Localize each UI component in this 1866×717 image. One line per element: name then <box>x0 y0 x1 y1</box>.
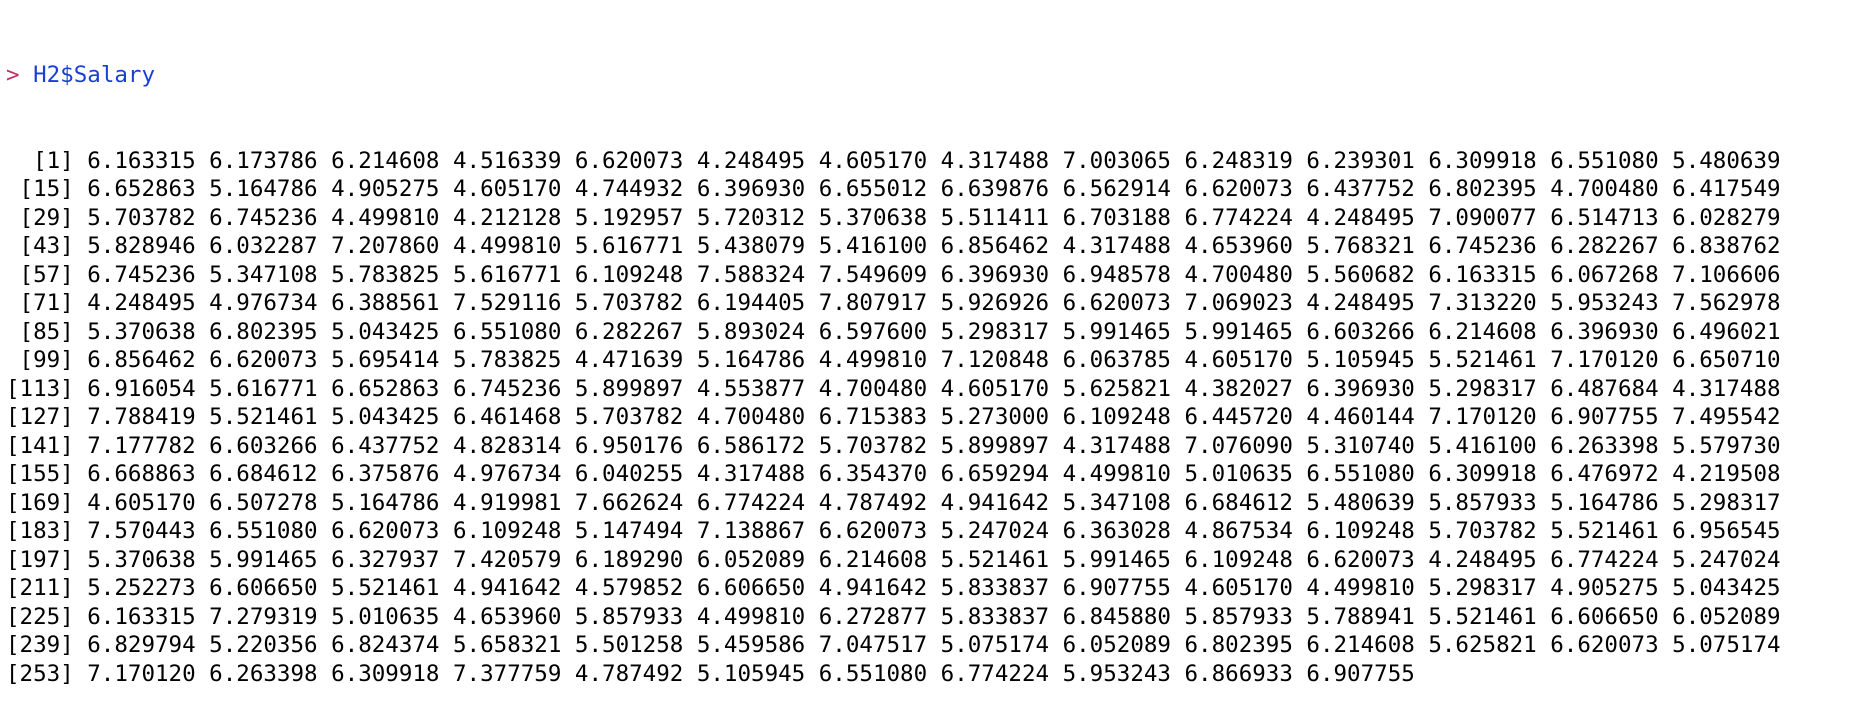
output-line-index: [99] <box>19 347 74 373</box>
output-line-values: 6.745236 5.347108 5.783825 5.616771 6.10… <box>87 261 1781 288</box>
output-line: [57] 6.745236 5.347108 5.783825 5.616771… <box>6 261 1860 290</box>
output-line: [15] 6.652863 5.164786 4.905275 4.605170… <box>6 175 1860 204</box>
output-line: [155] 6.668863 6.684612 6.375876 4.97673… <box>6 460 1860 489</box>
output-line-index: [127] <box>6 404 74 430</box>
output-line: [183] 7.570443 6.551080 6.620073 6.10924… <box>6 517 1860 546</box>
output-line-index: [85] <box>19 318 74 345</box>
output-line-index: [57] <box>19 261 74 288</box>
output-line: [113] 6.916054 5.616771 6.652863 6.74523… <box>6 375 1860 404</box>
output-line: [29] 5.703782 6.745236 4.499810 4.212128… <box>6 204 1860 233</box>
output-line: [1] 6.163315 6.173786 6.214608 4.516339 … <box>6 147 1860 176</box>
output-line: [211] 5.252273 6.606650 5.521461 4.94164… <box>6 574 1860 603</box>
output-line-values: 7.170120 6.263398 6.309918 7.377759 4.78… <box>87 660 1415 687</box>
output-line: [43] 5.828946 6.032287 7.207860 4.499810… <box>6 232 1860 261</box>
output-line-index: [169] <box>6 489 74 516</box>
output-line-index: [1] <box>33 147 74 174</box>
output-line-values: 5.370638 5.991465 6.327937 7.420579 6.18… <box>87 546 1781 573</box>
output-line: [197] 5.370638 5.991465 6.327937 7.42057… <box>6 546 1860 575</box>
output-line-values: 6.163315 6.173786 6.214608 4.516339 6.62… <box>87 147 1781 174</box>
output-line-values: 7.570443 6.551080 6.620073 6.109248 5.14… <box>87 518 1781 544</box>
console-prompt: > <box>6 62 34 88</box>
output-line-values: 5.828946 6.032287 7.207860 4.499810 5.61… <box>87 233 1781 259</box>
output-line-values: 6.856462 6.620073 5.695414 5.783825 4.47… <box>87 347 1781 373</box>
output-line: [169] 4.605170 6.507278 5.164786 4.91998… <box>6 489 1860 518</box>
output-line-values: 5.703782 6.745236 4.499810 4.212128 5.19… <box>87 204 1781 231</box>
output-line: [127] 7.788419 5.521461 5.043425 6.46146… <box>6 403 1860 432</box>
output-line-values: 4.248495 4.976734 6.388561 7.529116 5.70… <box>87 290 1781 316</box>
output-line-values: 6.829794 5.220356 6.824374 5.658321 5.50… <box>87 632 1781 658</box>
output-line-index: [183] <box>6 518 74 544</box>
output-line-index: [29] <box>19 204 74 231</box>
command-line: > H2$Salary <box>6 61 1860 90</box>
output-line: [71] 4.248495 4.976734 6.388561 7.529116… <box>6 289 1860 318</box>
output-line-index: [141] <box>6 432 74 459</box>
output-line-values: 5.252273 6.606650 5.521461 4.941642 4.57… <box>87 575 1781 601</box>
output-line: [85] 5.370638 6.802395 5.043425 6.551080… <box>6 318 1860 347</box>
output-line-index: [155] <box>6 461 74 487</box>
output-line: [239] 6.829794 5.220356 6.824374 5.65832… <box>6 631 1860 660</box>
output-line-index: [225] <box>6 603 74 630</box>
output-line-values: 7.177782 6.603266 6.437752 4.828314 6.95… <box>87 432 1781 459</box>
output-line-index: [71] <box>19 290 74 316</box>
output-line-index: [197] <box>6 546 74 573</box>
output-line: [253] 7.170120 6.263398 6.309918 7.37775… <box>6 660 1860 689</box>
output-line: [141] 7.177782 6.603266 6.437752 4.82831… <box>6 432 1860 461</box>
output-line-index: [211] <box>6 575 74 601</box>
output-line-index: [239] <box>6 632 74 658</box>
output-line-values: 6.163315 7.279319 5.010635 4.653960 5.85… <box>87 603 1781 630</box>
output-line-index: [15] <box>19 176 74 202</box>
output-line-values: 6.652863 5.164786 4.905275 4.605170 4.74… <box>87 176 1781 202</box>
output-line-index: [43] <box>19 233 74 259</box>
output-line-index: [113] <box>6 375 74 402</box>
output-line-index: [253] <box>6 660 74 687</box>
console-command: H2$Salary <box>33 62 156 88</box>
output-line-values: 7.788419 5.521461 5.043425 6.461468 5.70… <box>87 404 1781 430</box>
output-line-values: 6.668863 6.684612 6.375876 4.976734 6.04… <box>87 461 1781 487</box>
console-output: [1] 6.163315 6.173786 6.214608 4.516339 … <box>6 147 1860 689</box>
output-line-values: 4.605170 6.507278 5.164786 4.919981 7.66… <box>87 489 1781 516</box>
output-line: [225] 6.163315 7.279319 5.010635 4.65396… <box>6 603 1860 632</box>
output-line-values: 6.916054 5.616771 6.652863 6.745236 5.89… <box>87 375 1781 402</box>
output-line: [99] 6.856462 6.620073 5.695414 5.783825… <box>6 346 1860 375</box>
output-line-values: 5.370638 6.802395 5.043425 6.551080 6.28… <box>87 318 1781 345</box>
